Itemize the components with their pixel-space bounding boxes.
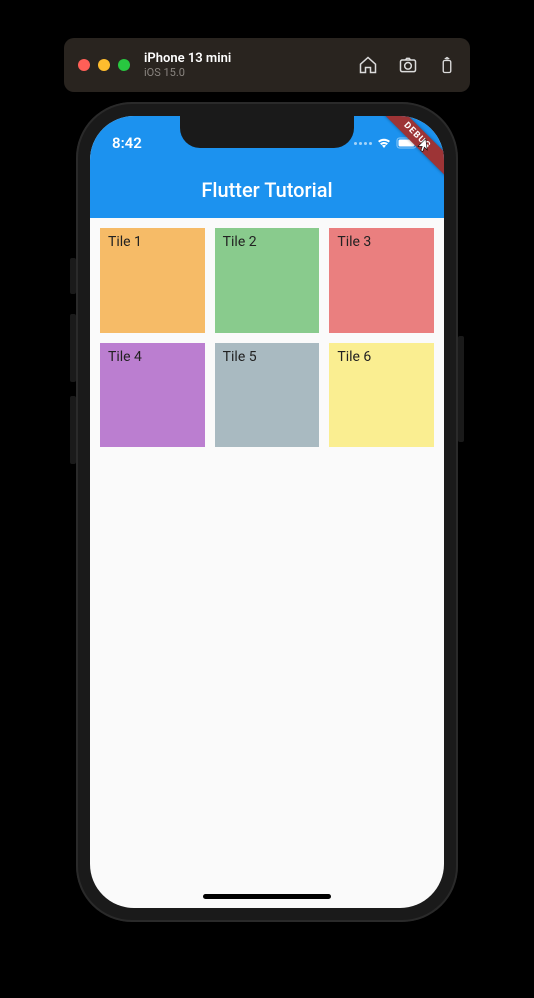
tile-label: Tile 4 (108, 349, 142, 365)
tile-label: Tile 5 (223, 349, 257, 365)
notch (180, 116, 354, 148)
close-window-button[interactable] (78, 59, 90, 71)
app-bar: Flutter Tutorial (90, 162, 444, 218)
app-bar-title: Flutter Tutorial (201, 178, 332, 202)
device-name: iPhone 13 mini (144, 51, 231, 67)
grid-tile[interactable]: Tile 6 (329, 343, 434, 448)
grid-tile[interactable]: Tile 2 (215, 228, 320, 333)
minimize-window-button[interactable] (98, 59, 110, 71)
tile-grid[interactable]: Tile 1 Tile 2 Tile 3 Tile 4 Tile 5 Tile … (90, 218, 444, 457)
window-controls (78, 59, 130, 71)
tile-label: Tile 6 (337, 349, 371, 365)
device-os: iOS 15.0 (144, 66, 231, 79)
cellular-icon (354, 142, 372, 145)
phone-frame: DEBUG 8:42 Flutter Tutorial (76, 102, 458, 922)
tile-label: Tile 1 (108, 234, 142, 250)
power-button[interactable] (458, 336, 464, 442)
phone-screen: DEBUG 8:42 Flutter Tutorial (90, 116, 444, 908)
screenshot-icon[interactable] (398, 55, 418, 75)
status-time: 8:42 (112, 134, 142, 152)
grid-tile[interactable]: Tile 4 (100, 343, 205, 448)
wifi-icon (376, 134, 392, 153)
grid-tile[interactable]: Tile 3 (329, 228, 434, 333)
zoom-window-button[interactable] (118, 59, 130, 71)
tile-label: Tile 2 (223, 234, 257, 250)
grid-tile[interactable]: Tile 1 (100, 228, 205, 333)
grid-tile[interactable]: Tile 5 (215, 343, 320, 448)
simulator-toolbar: iPhone 13 mini iOS 15.0 (64, 38, 470, 92)
device-info: iPhone 13 mini iOS 15.0 (144, 51, 231, 80)
tile-label: Tile 3 (337, 234, 371, 250)
home-icon[interactable] (358, 55, 378, 75)
rotate-icon[interactable] (438, 55, 456, 75)
status-icons (354, 134, 420, 153)
home-indicator[interactable] (203, 894, 331, 899)
